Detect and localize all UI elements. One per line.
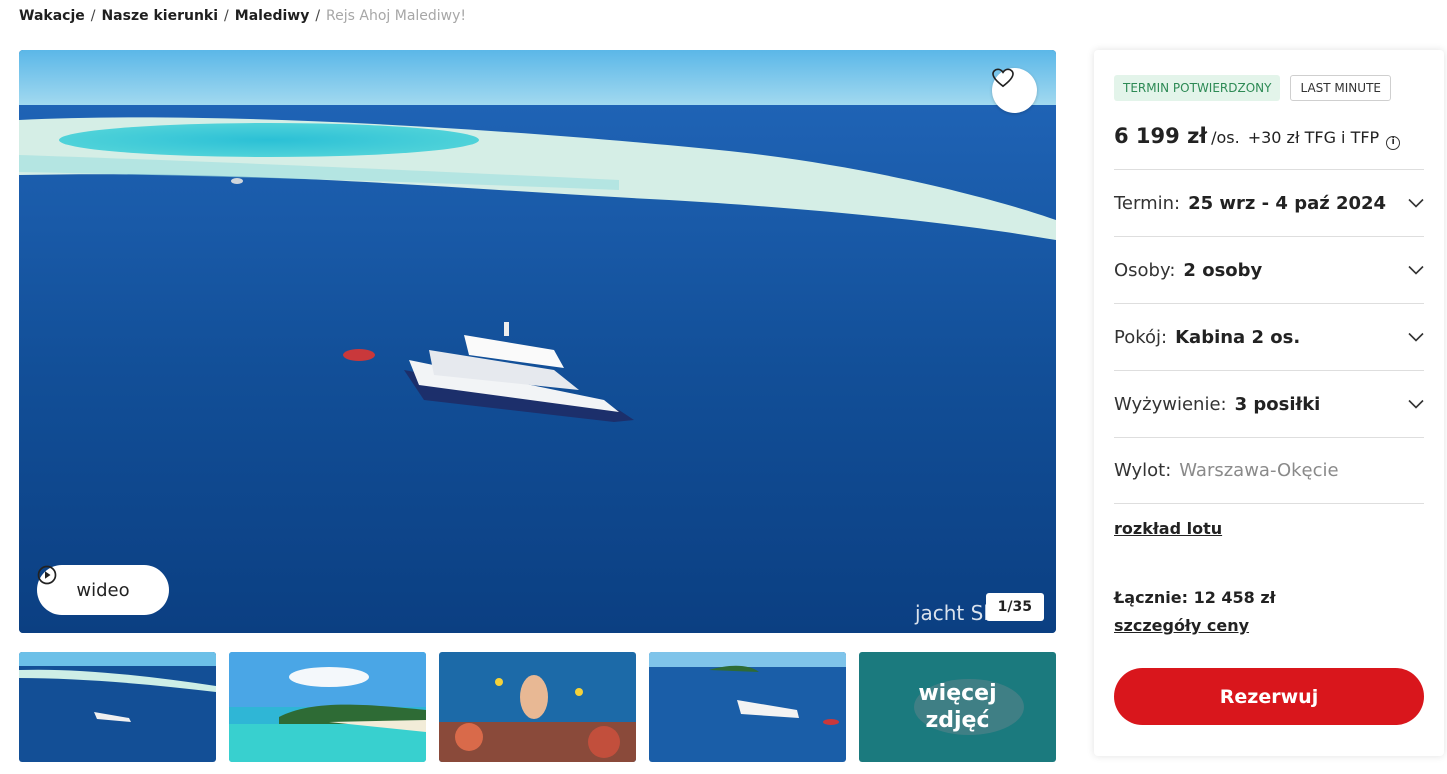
info-icon[interactable]: i <box>1386 136 1401 150</box>
option-label: Wyżywienie: <box>1114 393 1227 415</box>
thumbnail-1[interactable] <box>19 652 216 762</box>
chevron-down-icon <box>1408 332 1424 342</box>
option-persons[interactable]: Osoby: 2 osoby <box>1114 236 1424 303</box>
more-photos-line2: zdjęć <box>925 708 990 733</box>
play-circle-icon <box>37 565 57 585</box>
option-value: Warszawa-Okęcie <box>1179 460 1339 481</box>
offer-options: Termin: 25 wrz - 4 paź 2024 Osoby: 2 oso… <box>1114 169 1424 504</box>
thumbnail-2-image <box>229 652 426 762</box>
option-term[interactable]: Termin: 25 wrz - 4 paź 2024 <box>1114 169 1424 236</box>
thumbnail-4-image <box>649 652 846 762</box>
option-label: Wylot: <box>1114 460 1172 481</box>
thumbnail-strip: więcej zdjęć <box>19 652 1056 762</box>
breadcrumb-separator: / <box>224 8 229 24</box>
flight-schedule-link[interactable]: rozkład lotu <box>1114 519 1222 538</box>
total-price: Łącznie: 12 458 zł <box>1114 588 1276 607</box>
option-departure: Wylot: Warszawa-Okęcie <box>1114 437 1424 504</box>
main-photo-image <box>19 50 1056 633</box>
option-label: Osoby: <box>1114 259 1176 281</box>
option-label: Termin: <box>1114 192 1181 214</box>
photo-watermark: jacht Sh <box>914 601 996 625</box>
book-button[interactable]: Rezerwuj <box>1114 668 1424 725</box>
option-room[interactable]: Pokój: Kabina 2 os. <box>1114 303 1424 370</box>
option-value: 25 wrz - 4 paź 2024 <box>1188 192 1387 214</box>
offer-badges: TERMIN POTWIERDZONY LAST MINUTE <box>1114 75 1391 101</box>
heart-icon <box>992 68 1014 88</box>
booking-panel: TERMIN POTWIERDZONY LAST MINUTE 6 199 zł… <box>1094 50 1444 756</box>
breadcrumb-separator: / <box>315 8 321 24</box>
favorite-button[interactable] <box>992 68 1037 113</box>
video-button[interactable]: wideo <box>37 565 169 615</box>
chevron-down-icon <box>1408 198 1424 208</box>
option-board[interactable]: Wyżywienie: 3 posiłki <box>1114 370 1424 437</box>
more-photos-button[interactable]: więcej zdjęć <box>859 652 1056 762</box>
breadcrumb-current: Rejs Ahoj Malediwy! <box>326 8 467 24</box>
badge-last-minute: LAST MINUTE <box>1290 75 1391 101</box>
breadcrumb-separator: / <box>90 8 96 24</box>
thumbnail-2[interactable] <box>229 652 426 762</box>
price-amount: 6 199 zł <box>1114 124 1208 148</box>
thumbnail-3-image <box>439 652 636 762</box>
price-line: 6 199 zł /os. +30 zł TFG i TFP i <box>1114 124 1401 150</box>
badge-confirmed: TERMIN POTWIERDZONY <box>1114 75 1281 101</box>
breadcrumb: Wakacje / Nasze kierunki / Malediwy / Re… <box>19 8 466 24</box>
breadcrumb-link-wakacje[interactable]: Wakacje <box>19 8 85 24</box>
photo-counter: 1/35 <box>985 593 1044 621</box>
more-photos-line1: więcej <box>918 681 997 706</box>
price-details-link[interactable]: szczegóły ceny <box>1114 616 1249 635</box>
option-value: 3 posiłki <box>1234 393 1321 415</box>
video-button-label: wideo <box>76 579 130 601</box>
thumbnail-4[interactable] <box>649 652 846 762</box>
price-unit: /os. <box>1211 128 1240 147</box>
chevron-down-icon <box>1408 399 1424 409</box>
thumbnail-3[interactable] <box>439 652 636 762</box>
more-photos-label: więcej zdjęć <box>859 652 1056 762</box>
option-value: Kabina 2 os. <box>1175 326 1301 348</box>
breadcrumb-link-kierunki[interactable]: Nasze kierunki <box>101 8 218 24</box>
option-value: 2 osoby <box>1183 259 1263 281</box>
main-photo[interactable]: wideo jacht Sh 1/35 <box>19 50 1056 633</box>
option-label: Pokój: <box>1114 326 1168 348</box>
chevron-down-icon <box>1408 265 1424 275</box>
price-extra: +30 zł TFG i TFP <box>1247 128 1380 147</box>
thumbnail-1-image <box>19 652 216 762</box>
breadcrumb-link-malediwy[interactable]: Malediwy <box>235 8 310 24</box>
